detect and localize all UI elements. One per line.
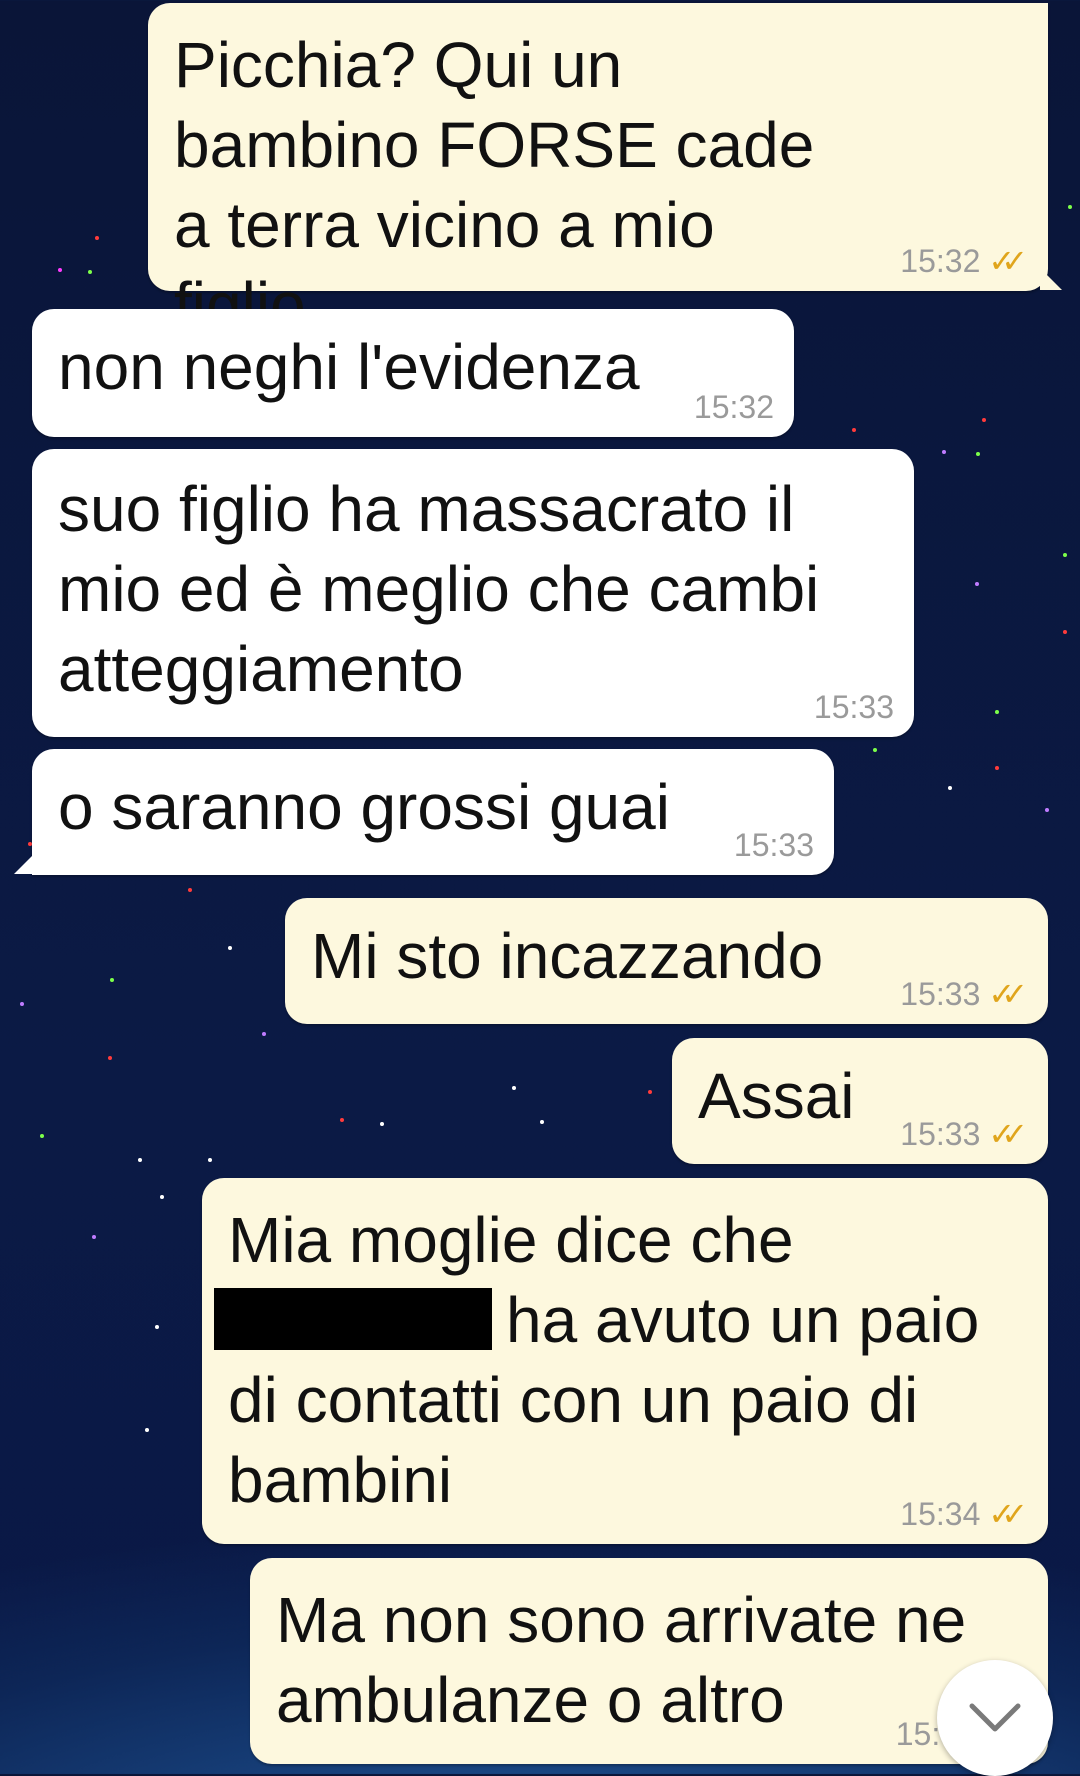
message-bubble-outgoing[interactable]: Ma non sono arrivate ne ambulanze o altr… [250,1558,1048,1764]
message-time: 15:33 [900,1116,981,1152]
message-text: o saranno grossi guai [58,771,670,843]
double-check-icon: ✓✓ [988,976,1027,1012]
message-text: Mi sto incazzando [311,920,824,992]
message-meta: 15:33 [814,687,894,727]
message-text: non neghi l'evidenza [58,331,640,403]
chevron-down-icon [969,1703,1021,1732]
message-time: 15:34 [900,1496,981,1532]
message-bubble-outgoing[interactable]: Assai 15:33 ✓✓ [672,1038,1048,1164]
message-time: 15:32 [693,389,774,425]
message-text-line1: Mia moglie dice che [228,1204,794,1276]
message-bubble-incoming[interactable]: suo figlio ha massacrato il mio ed è meg… [32,449,914,737]
message-time: 15:33 [733,827,814,863]
chat-message-list[interactable]: Picchia? Qui un bambino FORSE cade a ter… [0,0,1080,1776]
message-text: suo figlio ha massacrato il mio ed è meg… [58,473,820,705]
message-meta: 15:33 [734,825,814,865]
message-text: Assai [698,1060,855,1132]
message-bubble-incoming[interactable]: non neghi l'evidenza 15:32 [32,309,794,437]
message-bubble-incoming[interactable]: o saranno grossi guai 15:33 [32,749,834,875]
message-text: Picchia? Qui un bambino FORSE cade a ter… [174,29,815,341]
message-meta: 15:32 ✓✓ [900,241,1028,281]
message-bubble-outgoing[interactable]: Mia moglie dice che ha avuto un paio di … [202,1178,1048,1544]
double-check-icon: ✓✓ [988,1496,1027,1532]
message-meta: 15:34 ✓✓ [900,1494,1028,1534]
message-text: Mia moglie dice che ha avuto un paio di … [214,1200,1018,1520]
message-meta: 15:33 ✓✓ [900,1114,1028,1154]
message-meta: 15:33 ✓✓ [900,974,1028,1014]
message-bubble-outgoing[interactable]: Mi sto incazzando 15:33 ✓✓ [285,898,1048,1024]
double-check-icon: ✓✓ [988,243,1027,279]
message-time: 15:33 [813,689,894,725]
redacted-name-block [214,1288,492,1350]
double-check-icon: ✓✓ [988,1116,1027,1152]
message-bubble-outgoing[interactable]: Picchia? Qui un bambino FORSE cade a ter… [148,3,1048,341]
message-time: 15:33 [900,976,981,1012]
scroll-to-bottom-button[interactable] [937,1660,1053,1776]
message-meta: 15:32 [694,387,774,427]
message-time: 15:32 [900,243,981,279]
